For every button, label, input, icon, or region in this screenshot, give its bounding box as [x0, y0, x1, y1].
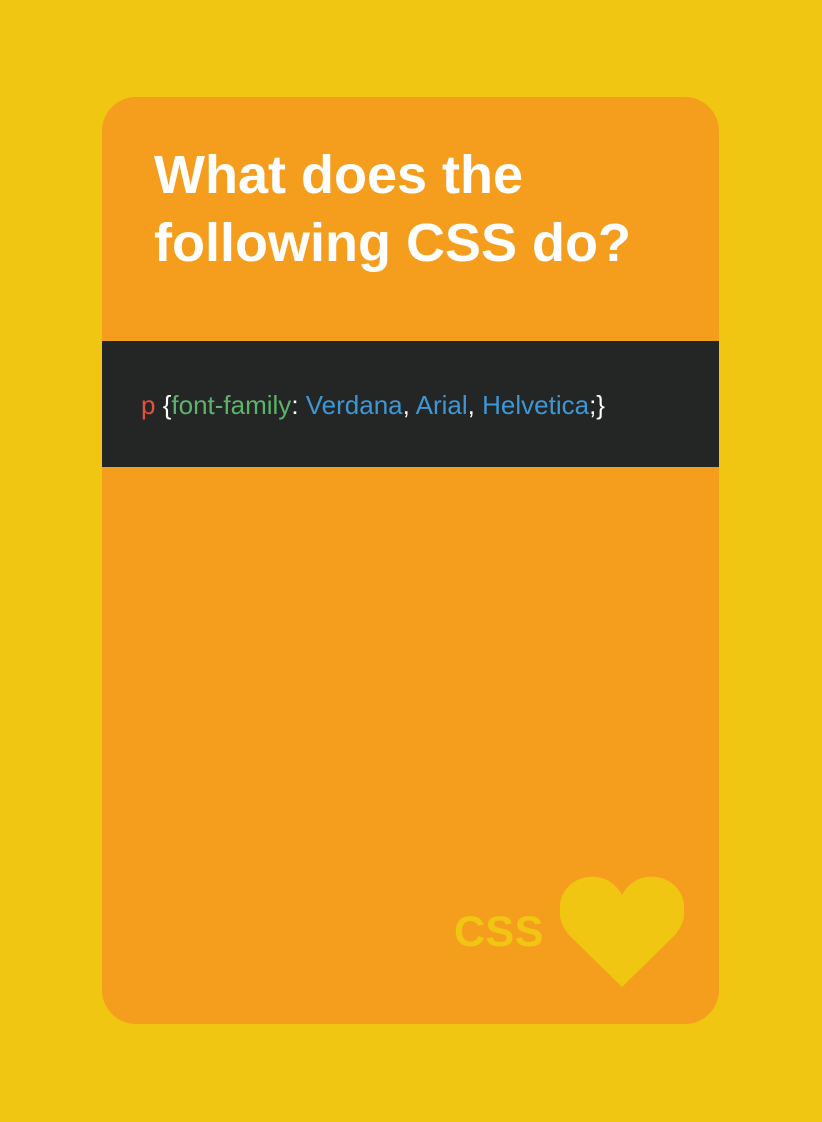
code-end: ;} — [589, 390, 605, 420]
card-title: What does the following CSS do? — [154, 145, 631, 273]
question-card: What does the following CSS do? p {font-… — [102, 97, 719, 1024]
code-selector: p — [141, 390, 156, 420]
brand-label: CSS — [454, 908, 544, 956]
code-separator-2: , — [467, 390, 483, 420]
code-colon: : — [291, 390, 306, 420]
heart-icon — [560, 876, 684, 987]
code-separator-1: , — [402, 390, 416, 420]
code-value-1: Verdana — [305, 390, 403, 420]
code-block: p {font-family: Verdana, Arial, Helvetic… — [102, 341, 719, 467]
code-value-2: Arial — [415, 390, 468, 420]
code-line: p {font-family: Verdana, Arial, Helvetic… — [141, 390, 605, 420]
code-open-brace: { — [155, 390, 172, 420]
code-property: font-family — [171, 390, 292, 420]
code-value-3: Helvetica — [482, 390, 590, 420]
